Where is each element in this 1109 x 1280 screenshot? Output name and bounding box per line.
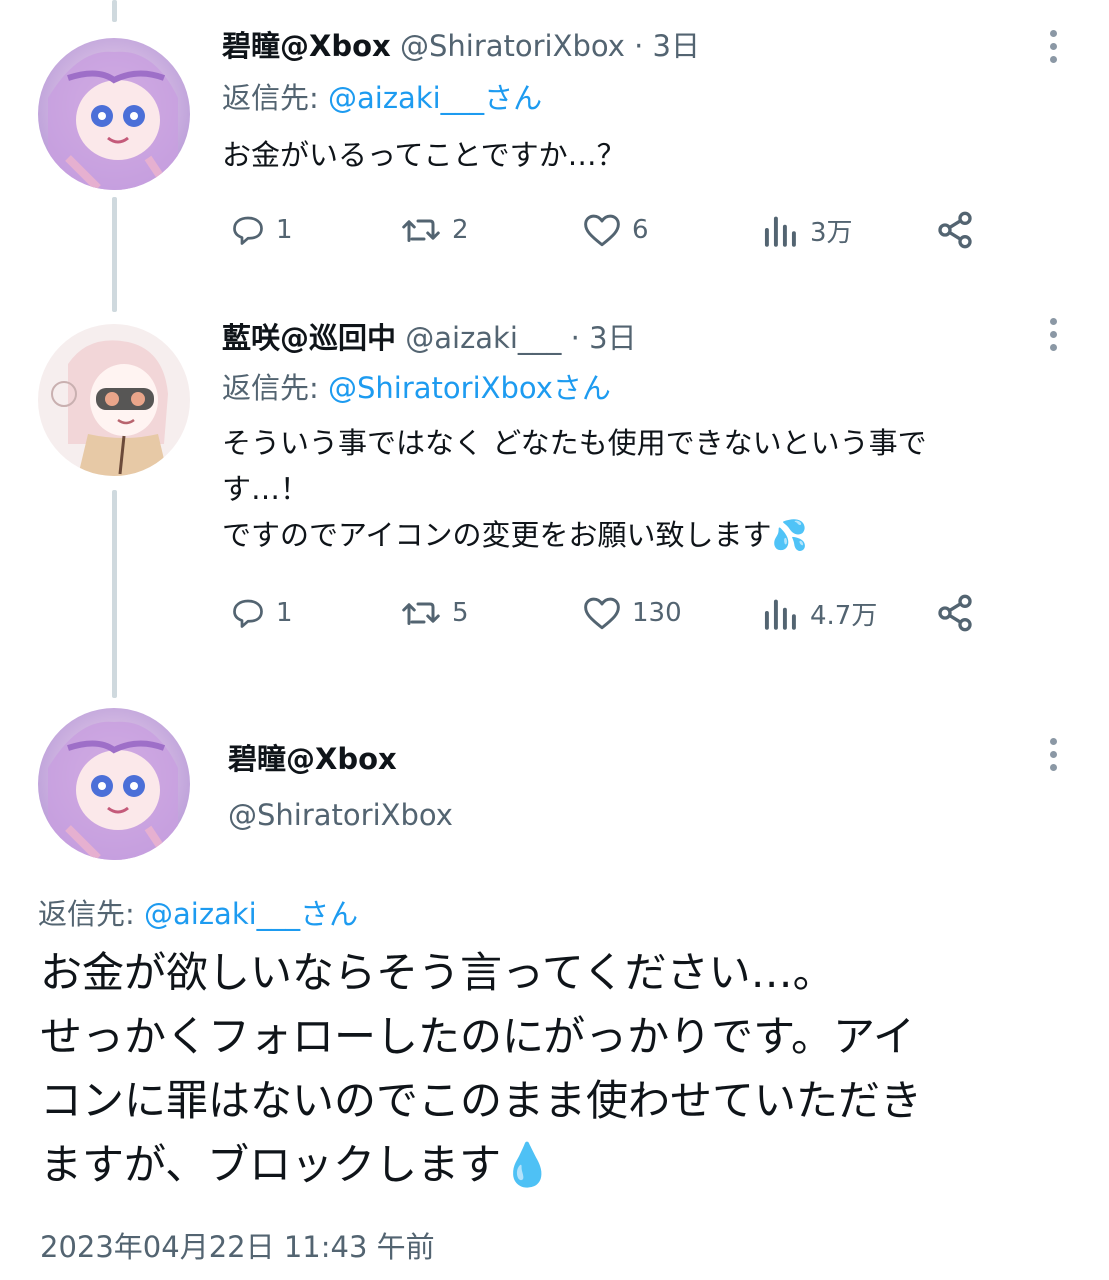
share-icon (938, 594, 972, 632)
reply-count: 1 (276, 598, 293, 628)
more-options-button[interactable] (1048, 738, 1058, 777)
reply-to-line: 返信先: @aizaki___さん (222, 80, 542, 116)
reply-button[interactable]: 1 (230, 210, 293, 250)
more-icon (1048, 738, 1058, 771)
main-tweet-author[interactable]: 碧瞳@Xbox @ShiratoriXbox (228, 740, 453, 834)
reply-to-label: 返信先: (222, 371, 328, 405)
tweet-actions: 1 2 6 3万 (222, 210, 1022, 250)
user-handle[interactable]: @aizaki___ (405, 321, 561, 355)
retweet-icon (402, 602, 440, 625)
avatar-shiratori[interactable] (38, 38, 190, 190)
tweet-time[interactable]: 3日 (653, 29, 700, 63)
tweet-text: そういう事ではなく どなたも使用できないという事で す…！ ですのでアイコンの変… (222, 426, 927, 552)
tweet-header: 碧瞳@Xbox @ShiratoriXbox · 3日 (222, 28, 700, 64)
share-icon (938, 211, 972, 249)
thread-line-1 (112, 197, 117, 312)
reply-mention-link[interactable]: @aizaki___さん (144, 897, 358, 931)
display-name[interactable]: 碧瞳@Xbox (222, 29, 391, 63)
retweet-count: 5 (452, 598, 469, 628)
more-icon (1048, 318, 1058, 351)
separator-dot: · (570, 321, 580, 355)
tweet-header: 藍咲@巡回中 @aizaki___ · 3日 (222, 320, 637, 356)
views-count: 3万 (810, 217, 853, 248)
tweet-1[interactable]: 碧瞳@Xbox @ShiratoriXbox · 3日 返信先: @aizaki… (222, 28, 1069, 268)
display-name[interactable]: 藍咲@巡回中 (222, 321, 396, 355)
reply-to-label: 返信先: (222, 81, 328, 115)
views-icon (764, 216, 796, 247)
like-icon (584, 597, 620, 630)
views-button[interactable]: 4.7万 (760, 593, 877, 633)
like-count: 130 (632, 598, 682, 628)
like-count: 6 (632, 215, 649, 245)
reply-mention-link[interactable]: @aizaki___さん (328, 81, 542, 115)
like-button[interactable]: 130 (582, 593, 682, 633)
reply-count: 1 (276, 215, 293, 245)
like-button[interactable]: 6 (582, 210, 649, 250)
reply-to-line: 返信先: @ShiratoriXboxさん (222, 370, 611, 406)
tweet-time[interactable]: 3日 (589, 321, 636, 355)
retweet-button[interactable]: 2 (400, 210, 469, 250)
reply-to-line: 返信先: @aizaki___さん (38, 896, 358, 932)
user-handle[interactable]: @ShiratoriXbox (400, 29, 625, 63)
reply-icon (233, 599, 263, 628)
retweet-icon (402, 219, 440, 242)
more-options-button[interactable] (1048, 30, 1058, 69)
views-button[interactable]: 3万 (760, 210, 853, 250)
thread-line-top (112, 0, 117, 22)
retweet-count: 2 (452, 215, 469, 245)
tweet-2[interactable]: 藍咲@巡回中 @aizaki___ · 3日 返信先: @ShiratoriXb… (222, 320, 1069, 650)
avatar-shiratori-main[interactable] (38, 708, 190, 860)
share-button[interactable] (934, 593, 986, 633)
avatar-aizaki[interactable] (38, 324, 190, 476)
tweet-timestamp[interactable]: 2023年04月22日 11:43 午前 (40, 1224, 435, 1266)
separator-dot: · (634, 29, 644, 63)
views-count: 4.7万 (810, 600, 878, 631)
reply-to-label: 返信先: (38, 897, 144, 931)
retweet-button[interactable]: 5 (400, 593, 469, 633)
like-icon (584, 214, 620, 247)
more-icon (1048, 30, 1058, 63)
thread-line-2 (112, 490, 117, 698)
tweet-actions: 1 5 130 4.7万 (222, 593, 1022, 633)
tweet-text: お金がいるってことですか…？ (222, 138, 626, 172)
user-handle[interactable]: @ShiratoriXbox (228, 796, 453, 834)
reply-icon (233, 216, 263, 245)
views-icon (764, 599, 796, 630)
more-options-button[interactable] (1048, 318, 1058, 357)
share-button[interactable] (934, 210, 986, 250)
display-name[interactable]: 碧瞳@Xbox (228, 740, 453, 778)
reply-mention-link[interactable]: @ShiratoriXboxさん (328, 371, 611, 405)
main-tweet-text: お金が欲しいならそう言ってください…。 せっかくフォローしたのにがっかりです。ア… (40, 948, 923, 1189)
reply-button[interactable]: 1 (230, 593, 293, 633)
